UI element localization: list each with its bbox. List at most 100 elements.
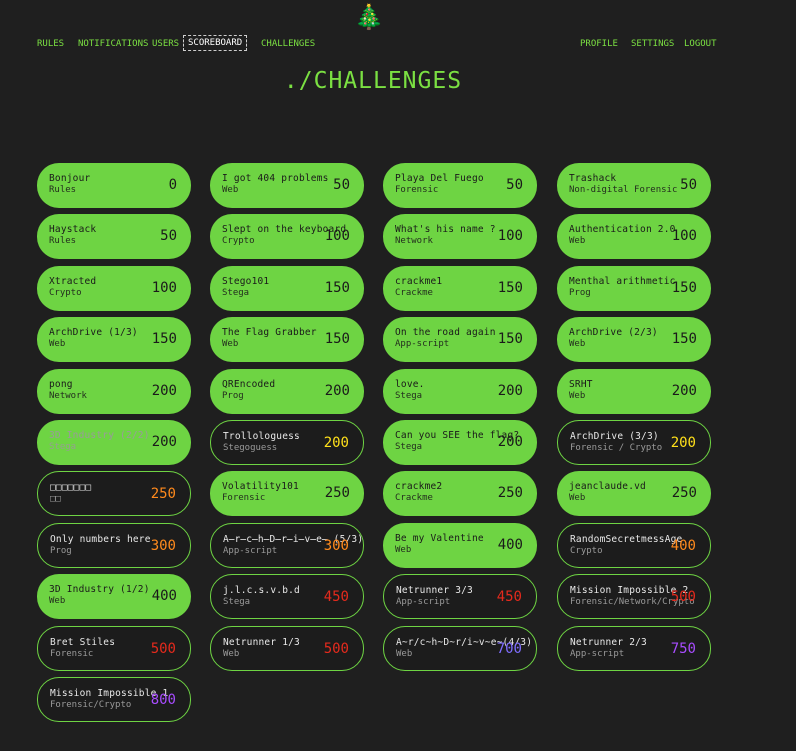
challenge-card[interactable]: j.l.c.s.v.b.d Stega 450 bbox=[210, 574, 364, 619]
challenge-points: 450 bbox=[323, 589, 349, 605]
challenge-points: 500 bbox=[150, 641, 176, 657]
nav-settings[interactable]: SETTINGS bbox=[631, 38, 674, 50]
challenge-card[interactable]: What's his name ? Network 100 bbox=[383, 214, 537, 259]
challenge-name: Netrunner 2/3 bbox=[570, 637, 647, 648]
challenge-card[interactable]: Mission Impossible 2 Forensic/Network/Cry… bbox=[557, 574, 711, 619]
challenge-points: 200 bbox=[151, 383, 177, 399]
challenge-card[interactable]: QREncoded Prog 200 bbox=[210, 369, 364, 414]
challenge-points: 150 bbox=[671, 331, 697, 347]
challenge-card[interactable]: Menthal arithmetic Prog 150 bbox=[557, 266, 711, 311]
challenge-card[interactable]: SRHT Web 200 bbox=[557, 369, 711, 414]
challenge-points: 450 bbox=[496, 589, 522, 605]
challenge-name: j.l.c.s.v.b.d bbox=[223, 585, 300, 596]
challenge-card[interactable]: pong Network 200 bbox=[37, 369, 191, 414]
challenge-category: Crackme bbox=[395, 288, 433, 298]
challenge-points: 250 bbox=[671, 485, 697, 501]
challenge-category: Stega bbox=[49, 442, 77, 452]
challenge-card[interactable]: Bret Stiles Forensic 500 bbox=[37, 626, 191, 671]
challenge-card[interactable]: □□□□□□□ □□ 250 bbox=[37, 471, 191, 516]
challenge-card[interactable]: Authentication 2.0 Web 100 bbox=[557, 214, 711, 259]
challenge-points: 50 bbox=[506, 177, 523, 193]
challenge-card[interactable]: love. Stega 200 bbox=[383, 369, 537, 414]
challenge-category: Stega bbox=[223, 597, 251, 607]
challenge-name: Trashack bbox=[569, 173, 617, 184]
challenge-category: Stega bbox=[395, 442, 423, 452]
challenge-points: 200 bbox=[323, 435, 349, 451]
challenge-name: crackme2 bbox=[395, 481, 443, 492]
challenge-card[interactable]: Netrunner 3/3 App-script 450 bbox=[383, 574, 537, 619]
challenge-points: 150 bbox=[324, 280, 350, 296]
challenge-points: 150 bbox=[497, 280, 523, 296]
challenge-category: Web bbox=[395, 545, 412, 555]
challenge-card[interactable]: A~r/c~h~D~r/i~v~e~(4/3) Web 700 bbox=[383, 626, 537, 671]
challenge-card[interactable]: Xtracted Crypto 100 bbox=[37, 266, 191, 311]
challenge-category: App-script bbox=[396, 597, 451, 607]
challenge-card[interactable]: 3D Industry (1/2) Web 400 bbox=[37, 574, 191, 619]
challenge-card[interactable]: RandomSecretmessAge Crypto 400 bbox=[557, 523, 711, 568]
challenge-category: Web bbox=[569, 493, 586, 503]
challenge-name: Be my Valentine bbox=[395, 533, 484, 544]
challenge-name: ArchDrive (2/3) bbox=[569, 327, 658, 338]
challenge-name: On the road again bbox=[395, 327, 496, 338]
challenge-card[interactable]: Playa Del Fuego Forensic 50 bbox=[383, 163, 537, 208]
challenge-category: Network bbox=[395, 236, 433, 246]
nav-logout[interactable]: LOGOUT bbox=[684, 38, 717, 50]
challenge-card[interactable]: Only numbers here Prog 300 bbox=[37, 523, 191, 568]
challenge-card[interactable]: Slept on the keyboard Crypto 100 bbox=[210, 214, 364, 259]
nav-scoreboard[interactable]: SCOREBOARD bbox=[183, 35, 248, 51]
challenge-card[interactable]: Can you SEE the flag? Stega 200 bbox=[383, 420, 537, 465]
challenge-card[interactable]: crackme1 Crackme 150 bbox=[383, 266, 537, 311]
challenge-card[interactable]: Mission Impossible 1 Forensic/Crypto 800 bbox=[37, 677, 191, 722]
challenge-category: Web bbox=[49, 596, 66, 606]
challenge-name: Bret Stiles bbox=[50, 637, 116, 648]
challenge-name: Playa Del Fuego bbox=[395, 173, 484, 184]
challenge-category: Forensic bbox=[50, 649, 94, 659]
challenge-category: Prog bbox=[222, 391, 244, 401]
nav-users[interactable]: USERS bbox=[152, 38, 179, 50]
christmas-tree-icon[interactable]: 🎄 bbox=[354, 2, 384, 32]
challenge-category: Stega bbox=[395, 391, 423, 401]
challenge-card[interactable]: Haystack Rules 50 bbox=[37, 214, 191, 259]
nav-challenges[interactable]: CHALLENGES bbox=[261, 38, 315, 50]
challenge-points: 100 bbox=[671, 228, 697, 244]
challenge-card[interactable]: ArchDrive (1/3) Web 150 bbox=[37, 317, 191, 362]
challenge-category: Forensic bbox=[222, 493, 266, 503]
challenge-points: 250 bbox=[497, 485, 523, 501]
challenge-category: App-script bbox=[570, 649, 625, 659]
challenge-points: 300 bbox=[150, 538, 176, 554]
challenge-card[interactable]: Trollologuess Stegoguess 200 bbox=[210, 420, 364, 465]
challenge-card[interactable]: Volatility101 Forensic 250 bbox=[210, 471, 364, 516]
challenge-category: Web bbox=[569, 236, 586, 246]
challenge-card[interactable]: The Flag Grabber Web 150 bbox=[210, 317, 364, 362]
nav-rules[interactable]: RULES bbox=[37, 38, 64, 50]
challenge-card[interactable]: A̶r̶c̶h̶D̶r̶i̶v̶e̶ (5/3) App-script 300 bbox=[210, 523, 364, 568]
challenge-card[interactable]: Be my Valentine Web 400 bbox=[383, 523, 537, 568]
challenge-card[interactable]: Stego101 Stega 150 bbox=[210, 266, 364, 311]
challenge-card[interactable]: 3D Industry (2/2) Stega 200 bbox=[37, 420, 191, 465]
challenge-name: Authentication 2.0 bbox=[569, 224, 676, 235]
challenge-points: 200 bbox=[497, 434, 523, 450]
challenge-name: 3D Industry (2/2) bbox=[49, 430, 150, 441]
challenge-card[interactable]: ArchDrive (2/3) Web 150 bbox=[557, 317, 711, 362]
challenge-card[interactable]: crackme2 Crackme 250 bbox=[383, 471, 537, 516]
challenge-name: Menthal arithmetic bbox=[569, 276, 676, 287]
challenge-card[interactable]: On the road again App-script 150 bbox=[383, 317, 537, 362]
challenge-card[interactable]: jeanclaude.vd Web 250 bbox=[557, 471, 711, 516]
challenge-card[interactable]: Trashack Non-digital Forensic 50 bbox=[557, 163, 711, 208]
challenge-points: 100 bbox=[497, 228, 523, 244]
challenge-name: Haystack bbox=[49, 224, 97, 235]
challenge-points: 100 bbox=[151, 280, 177, 296]
page-title: ./CHALLENGES bbox=[283, 68, 463, 94]
challenge-points: 200 bbox=[151, 434, 177, 450]
challenge-category: Web bbox=[49, 339, 66, 349]
challenge-card[interactable]: Netrunner 2/3 App-script 750 bbox=[557, 626, 711, 671]
nav-notifications[interactable]: NOTIFICATIONS bbox=[78, 38, 148, 50]
challenge-category: Web bbox=[569, 391, 586, 401]
challenge-card[interactable]: ArchDrive (3/3) Forensic / Crypto 200 bbox=[557, 420, 711, 465]
challenge-category: App-script bbox=[223, 546, 278, 556]
challenge-card[interactable]: Netrunner 1/3 Web 500 bbox=[210, 626, 364, 671]
challenge-card[interactable]: Bonjour Rules 0 bbox=[37, 163, 191, 208]
challenge-card[interactable]: I got 404 problems Web 50 bbox=[210, 163, 364, 208]
challenge-name: 3D Industry (1/2) bbox=[49, 584, 150, 595]
nav-profile[interactable]: PROFILE bbox=[580, 38, 618, 50]
